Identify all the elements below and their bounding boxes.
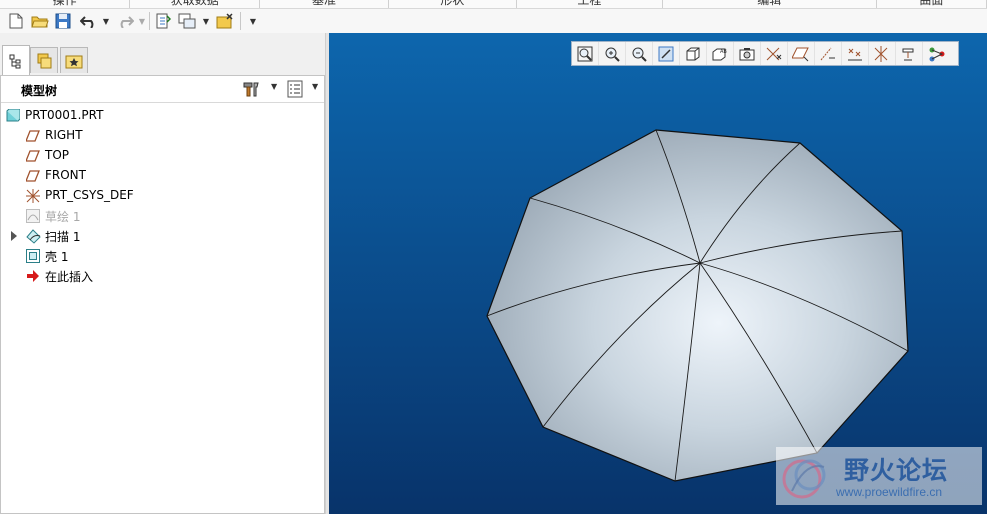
- refit-icon[interactable]: [572, 42, 599, 65]
- datum-plane-icon: [26, 150, 40, 162]
- tree-item-label: PRT0001.PRT: [25, 108, 104, 122]
- ribbon-tab[interactable]: 曲面: [877, 0, 987, 8]
- folder-browser-tab[interactable]: [30, 47, 58, 73]
- datum-display-icon[interactable]: [761, 42, 788, 65]
- ribbon-tab[interactable]: 操作: [0, 0, 131, 8]
- toolbar-separator: [240, 12, 241, 30]
- datum-plane-icon: [26, 130, 40, 142]
- model-tree-header: 模型树 ▼ ▼: [1, 76, 324, 103]
- model-tree-tab[interactable]: [2, 45, 30, 75]
- datum-plane-icon: [26, 170, 40, 182]
- coordinate-system-icon: [26, 189, 40, 203]
- favorites-icon: [65, 55, 83, 68]
- redo-icon[interactable]: [115, 11, 135, 31]
- umbrella-model[interactable]: [486, 129, 909, 482]
- ribbon-tab-bar: 操作 获取数据 基准 形状 工程 编辑 曲面: [0, 0, 987, 9]
- tree-item-label: FRONT: [45, 168, 86, 182]
- navigator-panel: 模型树 ▼ ▼ PRT0001.PRT RIGHT TOP FRONT PRT_…: [0, 33, 329, 514]
- tree-item-label: 在此插入: [45, 270, 94, 284]
- insert-here-arrow-icon: [27, 270, 39, 282]
- redo-dropdown[interactable]: ▼: [138, 15, 146, 27]
- graphics-toolbar: AB: [571, 41, 959, 66]
- repaint-icon[interactable]: [653, 42, 680, 65]
- tree-item-right[interactable]: RIGHT: [1, 126, 301, 146]
- windows-dropdown[interactable]: ▼: [202, 15, 210, 27]
- csys-display-icon[interactable]: [869, 42, 896, 65]
- show-list-icon[interactable]: [285, 80, 305, 98]
- saved-orientations-icon[interactable]: AB: [707, 42, 734, 65]
- save-icon[interactable]: [53, 11, 73, 31]
- ribbon-tab[interactable]: 形状: [389, 0, 517, 8]
- graphics-window[interactable]: AB 野火论坛 www.proewildfire.cn: [329, 33, 987, 514]
- watermark-title: 野火论坛: [844, 456, 949, 485]
- watermark: 野火论坛 www.proewildfire.cn: [776, 447, 982, 505]
- zoom-in-icon[interactable]: [599, 42, 626, 65]
- display-style-icon[interactable]: [680, 42, 707, 65]
- favorites-tab[interactable]: [60, 47, 88, 73]
- navigator-tabs: [0, 43, 329, 75]
- model-viewport[interactable]: [329, 33, 987, 514]
- new-file-icon[interactable]: [6, 11, 26, 31]
- plane-display-icon[interactable]: [788, 42, 815, 65]
- tree-item-csys[interactable]: PRT_CSYS_DEF: [1, 186, 301, 206]
- tree-item-part[interactable]: PRT0001.PRT: [1, 106, 301, 126]
- tree-item-insert-here[interactable]: 在此插入: [1, 266, 301, 286]
- undo-icon[interactable]: [79, 11, 99, 31]
- point-display-icon[interactable]: [842, 42, 869, 65]
- open-folder-icon[interactable]: [30, 11, 50, 31]
- watermark-logo-icon: [782, 459, 826, 499]
- tree-item-label: PRT_CSYS_DEF: [45, 188, 134, 202]
- shell-icon: [26, 249, 40, 263]
- tree-item-label: 草绘 1: [45, 210, 81, 224]
- annotation-display-icon[interactable]: [923, 42, 950, 65]
- tree-item-sketch[interactable]: 草绘 1: [1, 206, 301, 226]
- tree-item-top[interactable]: TOP: [1, 146, 301, 166]
- expand-arrow-icon[interactable]: [11, 231, 17, 241]
- sweep-icon: [26, 229, 41, 244]
- model-tree-title: 模型树: [21, 84, 58, 98]
- tree-item-sweep[interactable]: 扫描 1: [1, 226, 301, 246]
- settings-tools-icon[interactable]: [241, 80, 261, 98]
- ribbon-tab[interactable]: 编辑: [663, 0, 877, 8]
- undo-dropdown[interactable]: ▼: [102, 15, 110, 27]
- zoom-out-icon[interactable]: [626, 42, 653, 65]
- tree-item-label: 壳 1: [45, 250, 69, 264]
- sketch-icon: [26, 209, 40, 223]
- part-icon: [6, 109, 20, 122]
- svg-text:AB: AB: [720, 49, 727, 55]
- customize-icon[interactable]: ▼: [248, 15, 258, 27]
- ribbon-tab[interactable]: 获取数据: [130, 0, 261, 8]
- ribbon-tab[interactable]: 工程: [517, 0, 663, 8]
- tree-item-label: TOP: [45, 148, 70, 162]
- settings-dropdown[interactable]: ▼: [271, 82, 277, 91]
- model-tree-icon: [9, 54, 21, 68]
- tree-item-shell[interactable]: 壳 1: [1, 246, 301, 266]
- windows-icon[interactable]: [177, 11, 197, 31]
- tree-item-front[interactable]: FRONT: [1, 166, 301, 186]
- close-window-icon[interactable]: [215, 11, 235, 31]
- view-manager-icon[interactable]: [734, 42, 761, 65]
- regenerate-icon[interactable]: [153, 11, 173, 31]
- tree-item-label: RIGHT: [45, 128, 83, 142]
- show-dropdown[interactable]: ▼: [312, 82, 318, 91]
- ribbon-tab[interactable]: 基准: [260, 0, 389, 8]
- toolbar-separator: [149, 12, 150, 30]
- axis-display-icon[interactable]: [815, 42, 842, 65]
- quick-access-toolbar: ▼ ▼ ▼ ▼: [0, 9, 987, 33]
- spin-center-icon[interactable]: [896, 42, 923, 65]
- tree-item-label: 扫描 1: [45, 230, 81, 244]
- watermark-url: www.proewildfire.cn: [836, 485, 943, 499]
- folder-browser-icon: [37, 53, 52, 68]
- model-tree-panel: 模型树 ▼ ▼ PRT0001.PRT RIGHT TOP FRONT PRT_…: [0, 75, 325, 514]
